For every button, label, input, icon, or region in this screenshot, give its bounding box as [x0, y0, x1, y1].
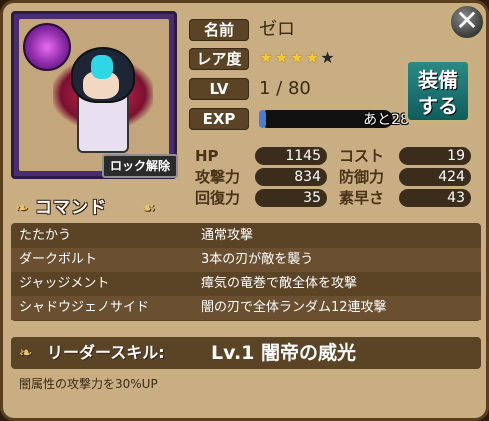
stat-value-speed: 43 [399, 189, 471, 207]
close-icon: ✕ [455, 4, 479, 37]
unlock-button[interactable]: ロック解除 [102, 154, 178, 178]
command-desc: 3本の刃が敵を襲う [201, 252, 314, 267]
stat-label-cost: コスト [339, 147, 385, 165]
ornament-leader-icon: ❧ [19, 343, 33, 362]
unit-name: ゼロ [259, 19, 295, 40]
stat-value-cost: 19 [399, 147, 471, 165]
leader-skill-description: 闇属性の攻撃力を30%UP [19, 377, 158, 391]
command-row: ダークボルト 3本の刃が敵を襲う [11, 248, 481, 272]
command-name: シャドウジェノサイド [19, 300, 150, 315]
star-empty-icon: ★ [320, 48, 336, 67]
leader-skill-name: Lv.1 闇帝の威光 [211, 342, 356, 364]
command-name: ダークボルト [19, 252, 98, 267]
stat-label-speed: 素早さ [339, 189, 385, 207]
leader-skill-label: リーダースキル: [47, 343, 165, 362]
ornament-right-icon: ☙ [141, 198, 156, 217]
close-button[interactable]: ✕ [448, 3, 486, 41]
command-row: シャドウジェノサイド 闇の刃で全体ランダム12連攻撃 [11, 296, 481, 320]
unit-portrait [19, 19, 169, 171]
leader-skill-bar: ❧ リーダースキル: Lv.1 闇帝の威光 [11, 337, 481, 369]
star-filled-icon: ★ [259, 48, 275, 67]
stat-label-hp: HP [195, 147, 219, 165]
stat-label-recovery: 回復力 [195, 189, 241, 207]
unit-detail-panel: ロック解除 名前 ゼロ レア度 ★★★★★ LV 1 / 80 EXP あと28… [0, 0, 489, 421]
star-filled-icon: ★ [274, 48, 290, 67]
stat-value-defense: 424 [399, 168, 471, 186]
command-desc: 闇の刃で全体ランダム12連攻撃 [201, 300, 387, 315]
command-table: たたかう 通常攻撃 ダークボルト 3本の刃が敵を襲う ジャッジメント 瘴気の竜巻… [11, 223, 481, 321]
star-filled-icon: ★ [289, 48, 306, 67]
command-desc: 瘴気の竜巻で敵全体を攻撃 [201, 276, 358, 291]
rarity-label: レア度 [189, 48, 249, 70]
stat-label-defense: 防御力 [339, 168, 385, 186]
ornament-left-icon: ❧ [15, 198, 29, 217]
command-name: たたかう [19, 228, 72, 243]
command-row: ジャッジメント 瘴気の竜巻で敵全体を攻撃 [11, 272, 481, 296]
command-title: コマンド [35, 198, 107, 218]
exp-label: EXP [189, 108, 249, 130]
equip-button[interactable]: 装備 する [405, 59, 471, 123]
level-value: 1 / 80 [259, 78, 311, 99]
dark-element-emblem-icon [23, 23, 71, 71]
character-hair-accent [91, 55, 113, 79]
stat-value-hp: 1145 [255, 147, 327, 165]
equip-button-label: する [418, 94, 458, 118]
command-desc: 通常攻撃 [201, 228, 254, 243]
name-label: 名前 [189, 19, 249, 41]
command-header: ❧ コマンド ☙ [11, 193, 171, 223]
stat-label-attack: 攻撃力 [195, 168, 241, 186]
unit-portrait-frame: ロック解除 [11, 11, 178, 179]
level-label: LV [189, 78, 249, 100]
stat-value-attack: 834 [255, 168, 327, 186]
star-filled-icon: ★ [305, 48, 321, 67]
command-row: たたかう 通常攻撃 [11, 224, 481, 248]
exp-bar-fill [259, 110, 266, 128]
stat-value-recovery: 35 [255, 189, 327, 207]
exp-remaining: あと28 [363, 112, 409, 128]
equip-button-label: 装備 [418, 68, 458, 92]
command-name: ジャッジメント [19, 276, 110, 291]
rarity-stars: ★★★★★ [259, 48, 336, 68]
